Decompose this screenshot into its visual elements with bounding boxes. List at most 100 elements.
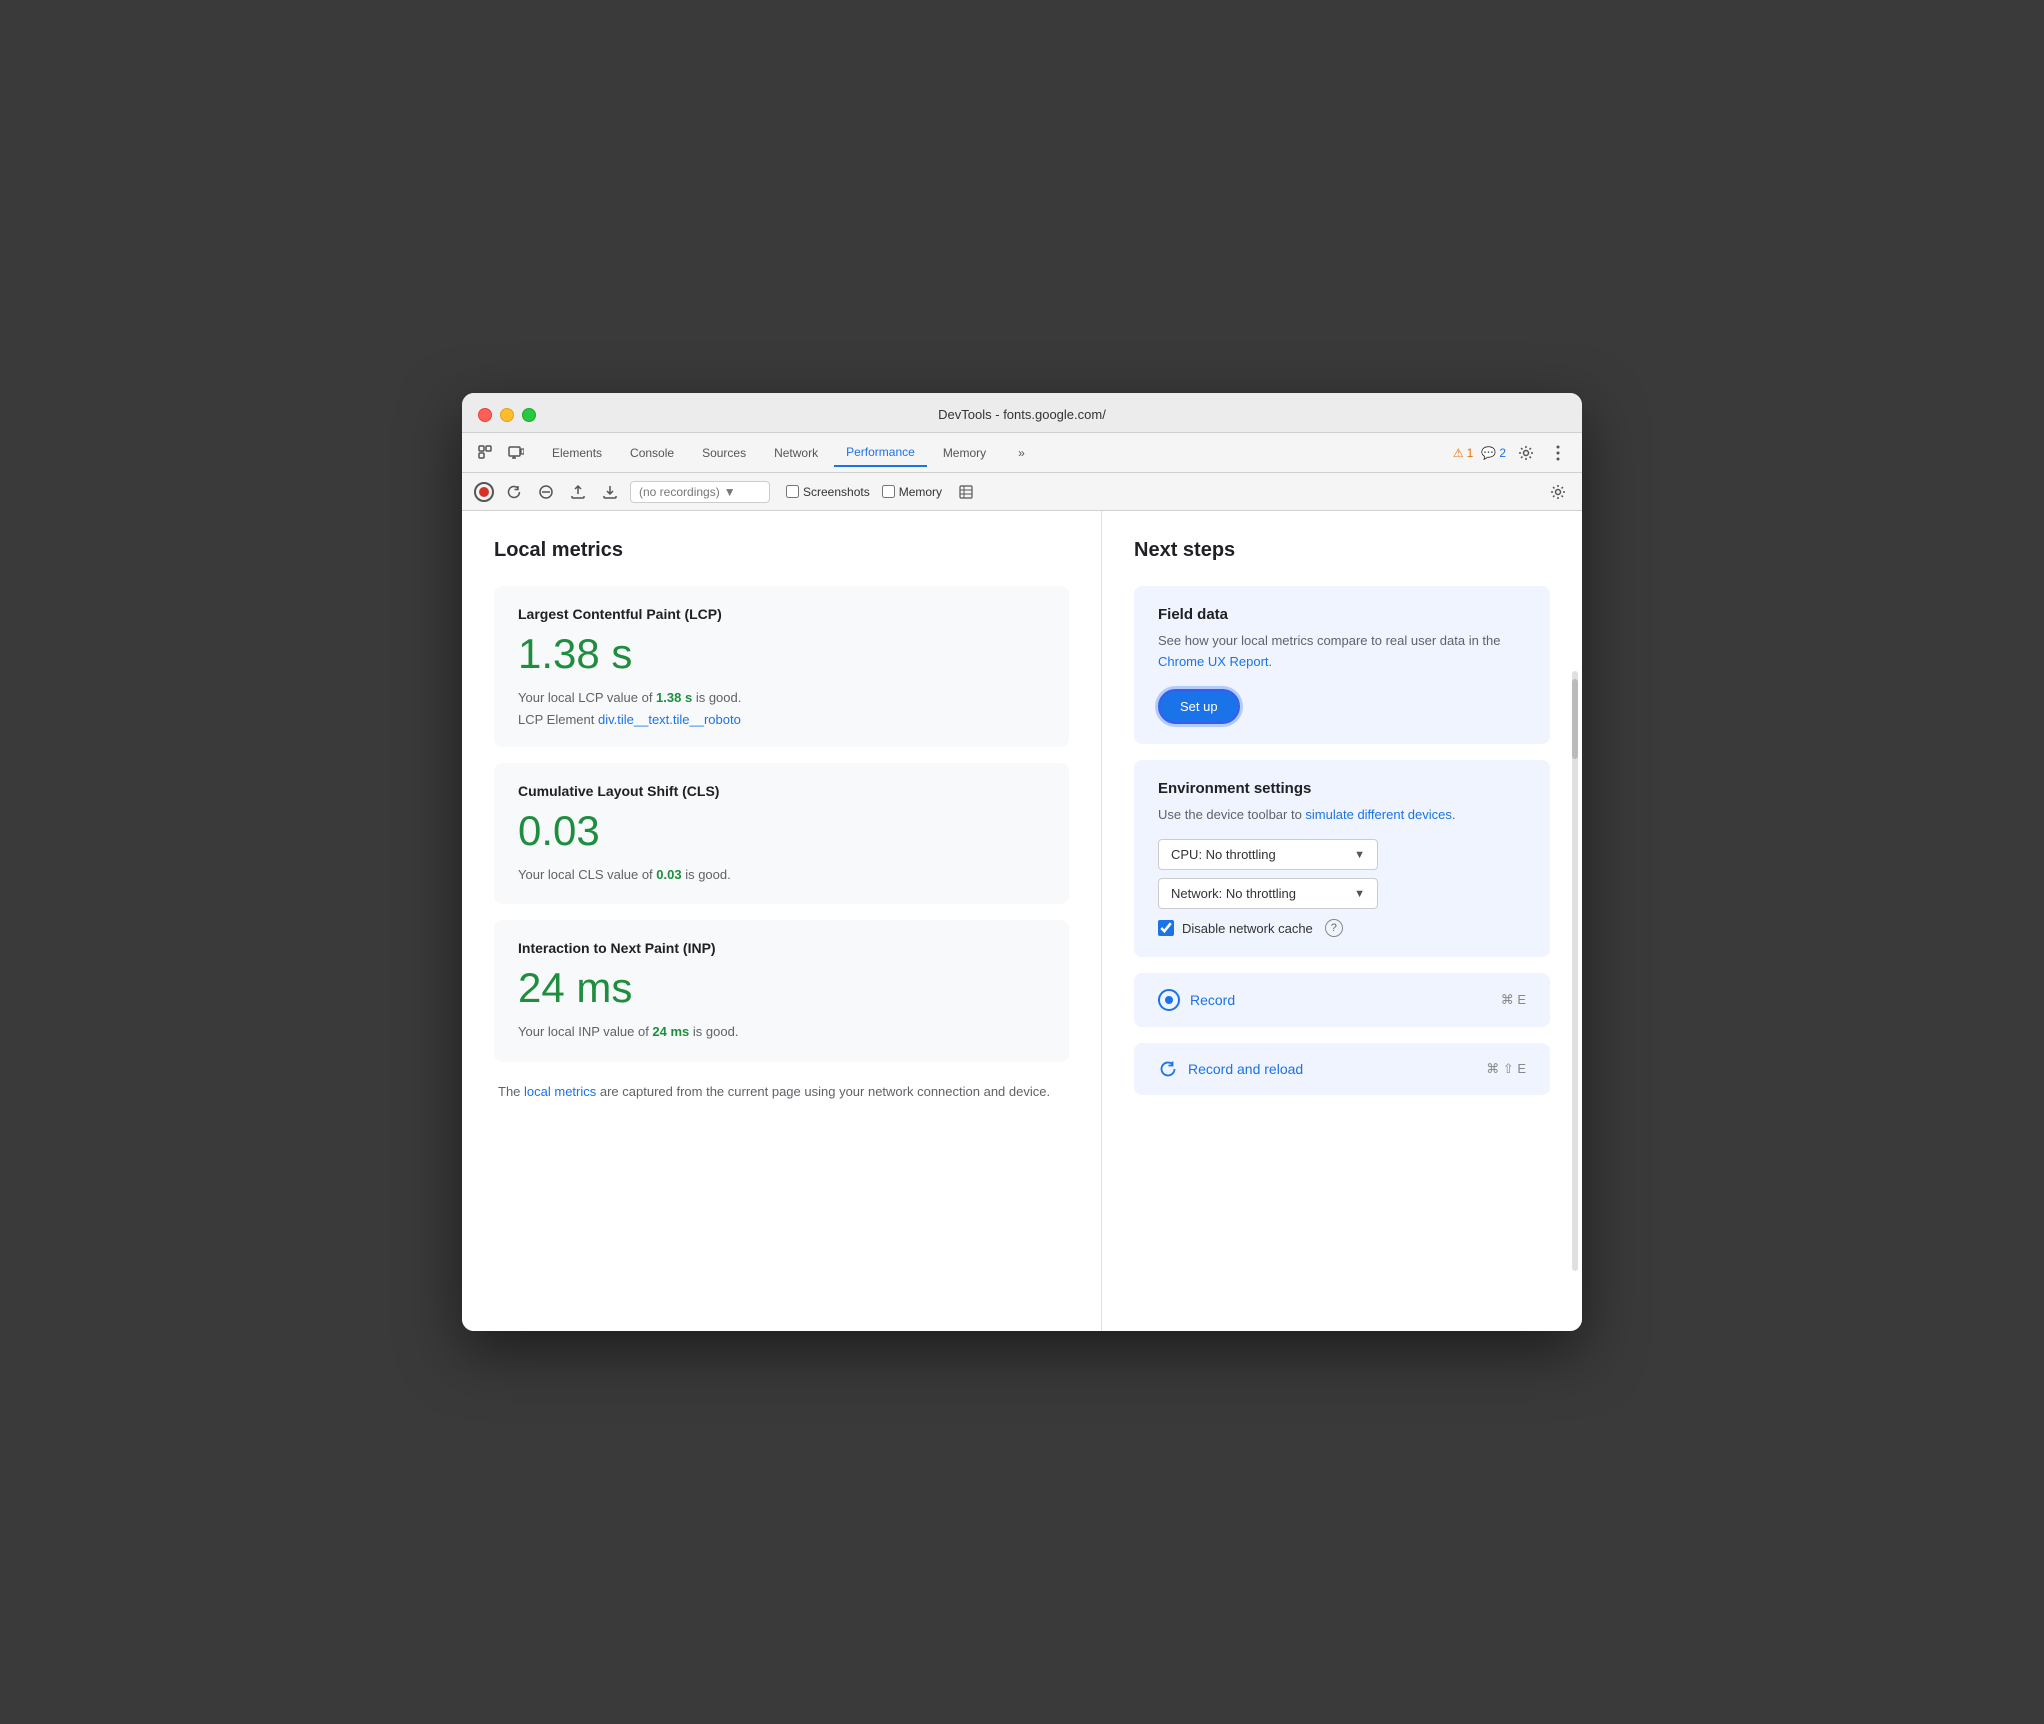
- env-desc-suffix: .: [1452, 807, 1456, 822]
- memory-checkbox[interactable]: [882, 485, 895, 498]
- record-reload-label: Record and reload: [1188, 1061, 1303, 1077]
- tab-console[interactable]: Console: [618, 440, 686, 466]
- setup-button[interactable]: Set up: [1158, 689, 1240, 724]
- right-panel: Next steps Field data See how your local…: [1102, 511, 1582, 1331]
- record-action-card[interactable]: Record ⌘ E: [1134, 973, 1550, 1027]
- field-data-desc-prefix: See how your local metrics compare to re…: [1158, 633, 1501, 648]
- cls-card: Cumulative Layout Shift (CLS) 0.03 Your …: [494, 763, 1069, 905]
- memory-label: Memory: [899, 485, 942, 499]
- cpu-label: CPU: No throttling: [1171, 847, 1276, 862]
- record-dot-icon: [1165, 996, 1173, 1004]
- disable-cache-row: Disable network cache ?: [1158, 919, 1526, 937]
- footer-suffix: are captured from the current page using…: [596, 1084, 1050, 1099]
- warning-badge[interactable]: ⚠ 1: [1453, 446, 1473, 460]
- record-reload-left: Record and reload: [1158, 1059, 1303, 1079]
- record-button[interactable]: [474, 482, 494, 502]
- record-action-left: Record: [1158, 989, 1235, 1011]
- record-label: Record: [1190, 992, 1235, 1008]
- clear-icon[interactable]: [534, 480, 558, 504]
- lcp-element-label: LCP Element: [518, 712, 594, 727]
- more-tabs-button[interactable]: »: [1006, 440, 1037, 466]
- settings-icon[interactable]: [1514, 441, 1538, 465]
- inspector-icon[interactable]: [474, 441, 498, 465]
- tab-elements[interactable]: Elements: [540, 440, 614, 466]
- upload-icon[interactable]: [566, 480, 590, 504]
- chrome-ux-link[interactable]: Chrome UX Report: [1158, 654, 1269, 669]
- inp-value: 24 ms: [518, 964, 1045, 1012]
- tab-performance[interactable]: Performance: [834, 439, 927, 467]
- warning-count: 1: [1467, 446, 1474, 460]
- simulate-devices-link[interactable]: simulate different devices: [1305, 807, 1451, 822]
- screenshots-checkbox-label[interactable]: Screenshots: [786, 485, 870, 499]
- maximize-button[interactable]: [522, 408, 536, 422]
- network-throttling-dropdown[interactable]: Network: No throttling ▼: [1158, 878, 1378, 909]
- toolbar-options: Screenshots Memory: [786, 480, 978, 504]
- cls-title: Cumulative Layout Shift (CLS): [518, 783, 1045, 799]
- record-circle-icon: [1158, 989, 1180, 1011]
- lcp-desc-suffix: is good.: [692, 690, 741, 705]
- scrollbar-track[interactable]: [1572, 671, 1578, 1271]
- inp-card: Interaction to Next Paint (INP) 24 ms Yo…: [494, 920, 1069, 1062]
- performance-toolbar: (no recordings) ▼ Screenshots Memory: [462, 473, 1582, 511]
- help-icon[interactable]: ?: [1325, 919, 1343, 937]
- disable-cache-checkbox[interactable]: [1158, 920, 1174, 936]
- minimize-button[interactable]: [500, 408, 514, 422]
- scrollbar-thumb[interactable]: [1572, 679, 1578, 759]
- badge-area: ⚠ 1 💬 2: [1453, 441, 1570, 465]
- devtools-icons: [474, 441, 528, 465]
- cpu-throttling-dropdown[interactable]: CPU: No throttling ▼: [1158, 839, 1378, 870]
- tab-network[interactable]: Network: [762, 440, 830, 466]
- field-data-desc: See how your local metrics compare to re…: [1158, 631, 1526, 673]
- local-metrics-title: Local metrics: [494, 539, 1069, 562]
- tab-memory[interactable]: Memory: [931, 440, 998, 466]
- inp-desc-prefix: Your local INP value of: [518, 1024, 652, 1039]
- download-icon[interactable]: [598, 480, 622, 504]
- env-title: Environment settings: [1158, 780, 1526, 797]
- more-options-icon[interactable]: [1546, 441, 1570, 465]
- env-desc: Use the device toolbar to simulate diffe…: [1158, 805, 1526, 826]
- lcp-element-link[interactable]: div.tile__text.tile__roboto: [598, 712, 741, 727]
- footer-note: The local metrics are captured from the …: [494, 1082, 1069, 1103]
- env-settings-card: Environment settings Use the device tool…: [1134, 760, 1550, 958]
- record-reload-shortcut: ⌘ ⇧ E: [1486, 1061, 1526, 1077]
- inp-desc: Your local INP value of 24 ms is good.: [518, 1022, 1045, 1042]
- record-reload-card[interactable]: Record and reload ⌘ ⇧ E: [1134, 1043, 1550, 1095]
- main-content: Local metrics Largest Contentful Paint (…: [462, 511, 1582, 1331]
- refresh-icon[interactable]: [502, 480, 526, 504]
- lcp-desc: Your local LCP value of 1.38 s is good.: [518, 688, 1045, 708]
- lcp-card: Largest Contentful Paint (LCP) 1.38 s Yo…: [494, 586, 1069, 747]
- footer-prefix: The: [498, 1084, 524, 1099]
- local-metrics-link[interactable]: local metrics: [524, 1084, 596, 1099]
- network-label: Network: No throttling: [1171, 886, 1296, 901]
- cls-desc-suffix: is good.: [682, 867, 731, 882]
- info-badge[interactable]: 💬 2: [1481, 446, 1506, 460]
- inp-desc-suffix: is good.: [689, 1024, 738, 1039]
- memory-checkbox-label[interactable]: Memory: [882, 485, 942, 499]
- env-desc-prefix: Use the device toolbar to: [1158, 807, 1305, 822]
- inp-title: Interaction to Next Paint (INP): [518, 940, 1045, 956]
- traffic-lights: [478, 408, 536, 422]
- recordings-placeholder: (no recordings): [639, 485, 720, 499]
- info-count: 2: [1499, 446, 1506, 460]
- titlebar: DevTools - fonts.google.com/: [462, 393, 1582, 433]
- device-toolbar-icon[interactable]: [504, 441, 528, 465]
- performance-settings-icon[interactable]: [954, 480, 978, 504]
- dropdown-arrow-icon: ▼: [724, 485, 736, 499]
- next-steps-title: Next steps: [1134, 539, 1550, 562]
- capture-settings-icon[interactable]: [1546, 480, 1570, 504]
- chat-icon: 💬: [1481, 446, 1496, 460]
- screenshots-label: Screenshots: [803, 485, 870, 499]
- tab-sources[interactable]: Sources: [690, 440, 758, 466]
- network-dropdown-arrow: ▼: [1354, 888, 1365, 900]
- screenshots-checkbox[interactable]: [786, 485, 799, 498]
- lcp-desc-prefix: Your local LCP value of: [518, 690, 656, 705]
- main-toolbar: Elements Console Sources Network Perform…: [462, 433, 1582, 473]
- field-data-desc-suffix: .: [1269, 654, 1273, 669]
- lcp-desc-value: 1.38 s: [656, 690, 692, 705]
- warning-icon: ⚠: [1453, 446, 1464, 460]
- lcp-value: 1.38 s: [518, 630, 1045, 678]
- record-shortcut: ⌘ E: [1501, 992, 1526, 1008]
- close-button[interactable]: [478, 408, 492, 422]
- recordings-dropdown[interactable]: (no recordings) ▼: [630, 481, 770, 503]
- disable-cache-label: Disable network cache: [1182, 921, 1313, 936]
